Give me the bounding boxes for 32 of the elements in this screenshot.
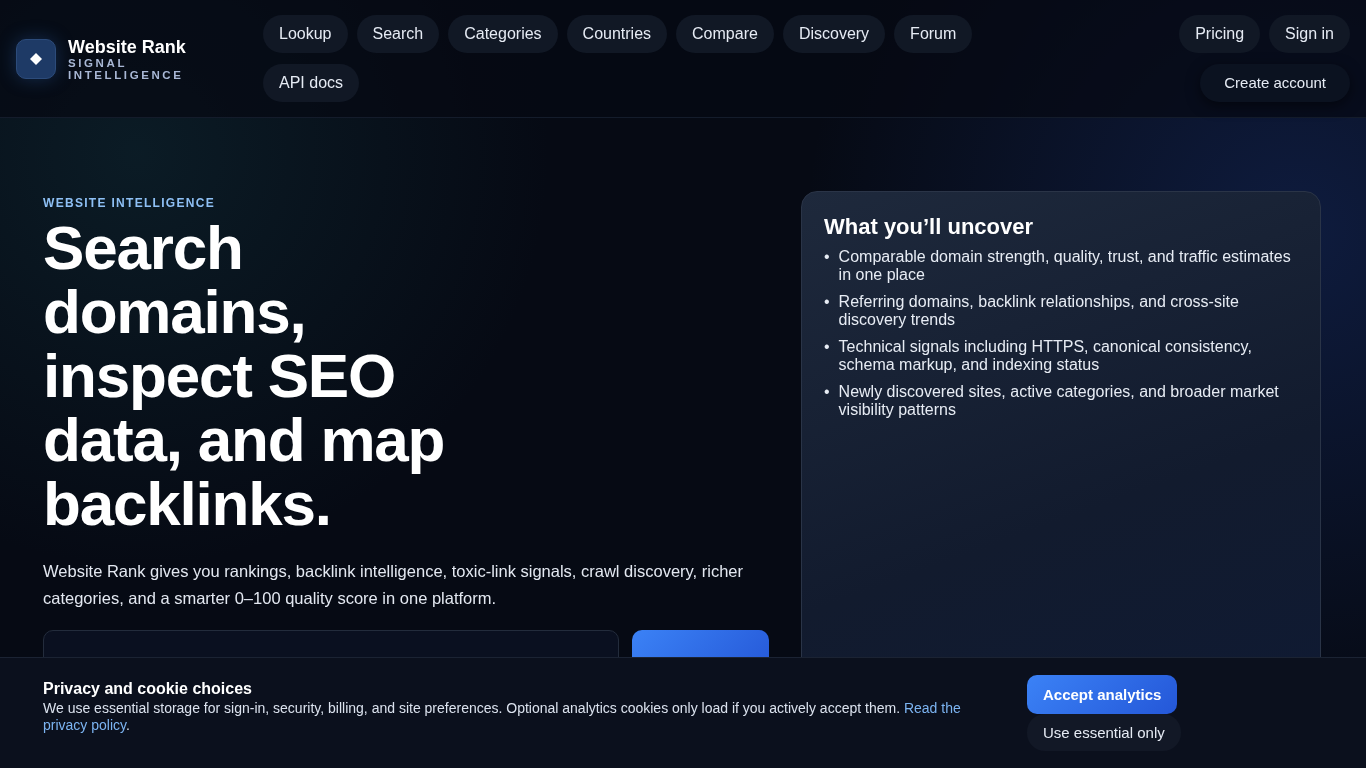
privacy-link[interactable]: Read the (903, 700, 961, 716)
hero-description: Website Rank gives you rankings, backlink intelligence, toxic-link signals, crawl discovery, richer categories, and a smarter 0–100 quality score in one platform. (43, 561, 744, 609)
nav-link[interactable]: Forum (894, 15, 973, 53)
nav-link[interactable]: Search (356, 15, 440, 53)
accept-button[interactable]: Accept analytics (1027, 675, 1178, 714)
essential-only-button[interactable]: Use essential only (1027, 714, 1181, 751)
brand-tagline: SIGNAL INTELLIGENCE (68, 56, 185, 81)
nav-link[interactable]: Pricing (1179, 15, 1261, 53)
banner-text: We use essential storage for sign-in, security, billing, and site preferences. Optional analytics cookies only load if you actively accept them. Read the privacy policy. (43, 700, 962, 734)
feature-item: Referring domains, backlink relationships, and cross-site discovery trends (838, 293, 1240, 329)
nav-link[interactable]: Categories (448, 15, 558, 53)
create-account-button[interactable]: Create account (1200, 64, 1350, 102)
nav-link[interactable]: API docs (263, 64, 360, 102)
hero-headline: Search domains, inspect SEO data, and map backlinks. (43, 216, 446, 536)
feature-item: Comparable domain strength, quality, trust, and traffic estimates in one place (838, 248, 1292, 284)
bullet-icon: • (824, 248, 830, 284)
brand-name: Website Rank (68, 37, 187, 57)
privacy-link[interactable]: privacy policy (43, 717, 126, 733)
card-title: What you’ll uncover (824, 214, 1035, 240)
nav-link[interactable]: Discovery (782, 15, 886, 53)
nav-link[interactable]: Compare (676, 15, 774, 53)
feature-item: Newly discovered sites, active categories, and broader market visibility patterns (838, 383, 1280, 419)
logo-icon (16, 39, 56, 79)
eyebrow-label: WEBSITE INTELLIGENCE (43, 196, 216, 210)
nav-link[interactable]: Countries (566, 15, 668, 53)
bullet-icon: • (824, 293, 830, 329)
bullet-icon: • (824, 383, 830, 419)
nav-link[interactable]: Lookup (263, 15, 348, 53)
banner-title: Privacy and cookie choices (43, 679, 253, 699)
nav-link[interactable]: Sign in (1269, 15, 1350, 53)
bullet-icon: • (824, 338, 830, 374)
feature-item: Technical signals including HTTPS, canonical consistency, schema markup, and indexing status (838, 338, 1253, 374)
